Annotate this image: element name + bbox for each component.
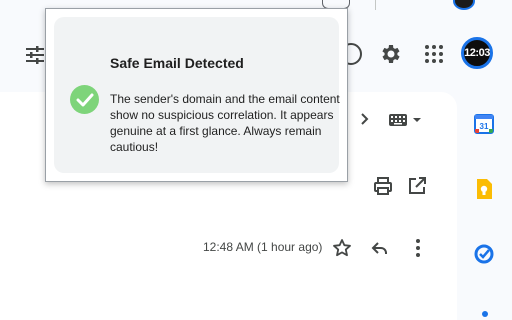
profile-avatar[interactable] — [453, 0, 475, 10]
reply-icon[interactable] — [369, 237, 391, 259]
gear-icon[interactable] — [378, 41, 404, 67]
email-timestamp: 12:48 AM (1 hour ago) — [203, 240, 323, 254]
toolbar-divider — [375, 0, 376, 10]
popup-card: Safe Email Detected The sender's domain … — [54, 17, 340, 173]
popup-title: Safe Email Detected — [110, 55, 244, 71]
safe-email-popup: Safe Email Detected The sender's domain … — [45, 8, 348, 182]
apps-grid-icon[interactable] — [421, 41, 447, 67]
more-vert-icon[interactable] — [407, 237, 429, 259]
open-in-new-icon[interactable] — [406, 175, 428, 197]
filter-icon[interactable] — [24, 44, 46, 66]
tasks-icon[interactable] — [474, 244, 494, 264]
avatar-text: 12:03 — [464, 47, 490, 59]
keep-icon[interactable] — [474, 178, 494, 200]
star-icon[interactable] — [331, 237, 353, 259]
check-icon — [70, 85, 99, 114]
account-avatar[interactable]: 12:03 — [461, 37, 493, 69]
keyboard-icon[interactable] — [388, 111, 424, 129]
calendar-icon[interactable]: 31 — [474, 114, 494, 134]
chevron-right-icon[interactable] — [355, 110, 373, 128]
side-panel-indicator — [482, 311, 488, 317]
calendar-day: 31 — [480, 122, 489, 131]
print-icon[interactable] — [372, 175, 394, 197]
popup-message: The sender's domain and the email conten… — [110, 92, 340, 154]
